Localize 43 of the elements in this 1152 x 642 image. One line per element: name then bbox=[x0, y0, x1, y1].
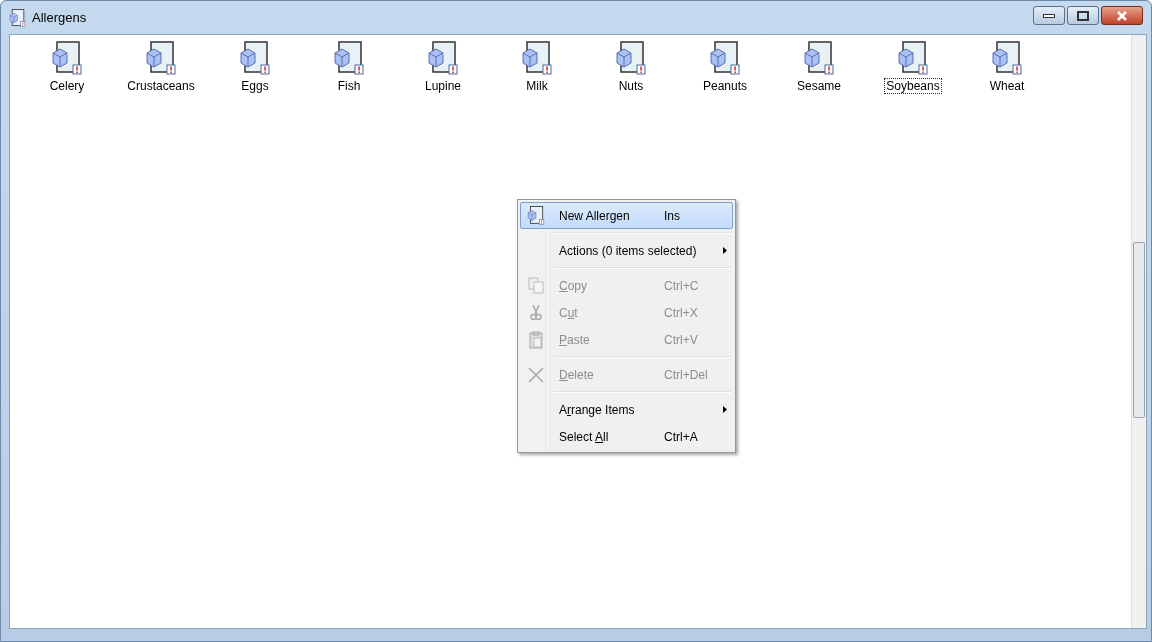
window-title: Allergens bbox=[32, 10, 87, 25]
allergen-icon bbox=[991, 41, 1023, 75]
copy-icon bbox=[528, 277, 544, 294]
allergen-icon bbox=[333, 41, 365, 75]
scrollbar-thumb[interactable] bbox=[1133, 242, 1145, 418]
close-button[interactable] bbox=[1101, 6, 1143, 25]
minimize-button[interactable] bbox=[1033, 6, 1065, 25]
allergen-icon bbox=[239, 41, 271, 75]
allergen-label[interactable]: Crustaceans bbox=[125, 78, 197, 94]
allergen-icon bbox=[897, 41, 929, 75]
allergen-icon bbox=[427, 41, 459, 75]
allergen-label[interactable]: Fish bbox=[335, 78, 363, 94]
minimize-icon bbox=[1043, 12, 1055, 19]
allergen-label[interactable]: Nuts bbox=[616, 78, 646, 94]
allergen-icon bbox=[709, 41, 741, 75]
close-icon bbox=[1116, 10, 1128, 21]
document-icon bbox=[527, 206, 545, 225]
maximize-icon bbox=[1077, 10, 1089, 21]
allergen-label[interactable]: Milk bbox=[524, 78, 550, 94]
window-icon bbox=[9, 8, 26, 27]
menu-item[interactable]: Arrange Items bbox=[520, 396, 733, 423]
submenu-arrow-icon bbox=[723, 406, 727, 413]
clipboard-icon bbox=[529, 330, 543, 349]
allergen-label[interactable]: Peanuts bbox=[700, 78, 749, 94]
allergen-label[interactable]: Eggs bbox=[239, 78, 271, 94]
allergen-icon bbox=[615, 41, 647, 75]
submenu-arrow-icon bbox=[723, 247, 727, 254]
menu-item[interactable]: Select All Ctrl+A bbox=[520, 423, 733, 450]
scissors-icon bbox=[530, 304, 542, 321]
maximize-button[interactable] bbox=[1067, 6, 1099, 25]
allergen-icon bbox=[521, 41, 553, 75]
delete-icon bbox=[527, 365, 545, 384]
allergen-label[interactable]: Soybeans bbox=[884, 78, 942, 94]
menu-item[interactable]: New Allergen Ins bbox=[520, 202, 733, 229]
allergen-icon bbox=[51, 41, 83, 75]
allergen-label[interactable]: Celery bbox=[47, 78, 87, 94]
allergen-label[interactable]: Wheat bbox=[987, 78, 1027, 94]
allergen-label[interactable]: Lupine bbox=[422, 78, 463, 94]
allergen-icon bbox=[803, 41, 835, 75]
allergen-icon bbox=[145, 41, 177, 75]
scrollbar[interactable] bbox=[1131, 35, 1146, 628]
menu-item[interactable]: Actions (0 items selected) bbox=[520, 237, 733, 264]
allergen-label[interactable]: Sesame bbox=[795, 78, 843, 94]
